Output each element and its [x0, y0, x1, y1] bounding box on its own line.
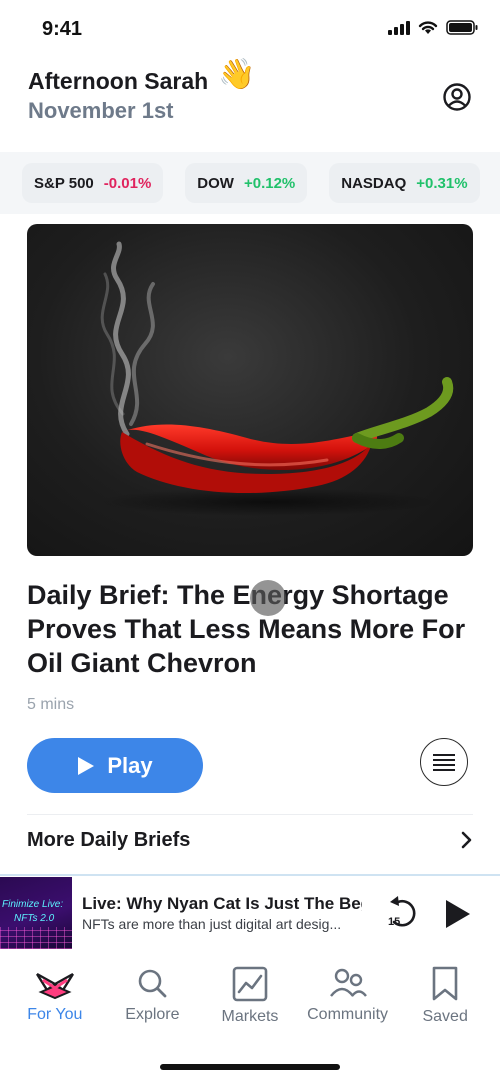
rewind-seconds-label: 15 — [388, 916, 401, 928]
touch-indicator — [250, 580, 286, 616]
episode-thumbnail[interactable]: Finimize Live: NFTs 2.0 — [0, 877, 72, 949]
more-daily-briefs-row[interactable]: More Daily Briefs — [27, 820, 473, 860]
mini-player-info[interactable]: Live: Why Nyan Cat Is Just The Beg NFTs … — [72, 894, 362, 932]
thumbnail-text: Finimize Live: — [2, 899, 64, 910]
ticker-name: S&P 500 — [34, 174, 94, 192]
read-time: 5 mins — [27, 696, 75, 713]
chevron-right-icon — [461, 831, 472, 849]
greeting: Afternoon Sarah 👋 — [28, 60, 472, 96]
tab-label: Saved — [422, 1008, 468, 1025]
home-indicator — [160, 1064, 340, 1070]
cellular-signal-icon — [388, 20, 410, 35]
mini-player-play-icon[interactable] — [444, 898, 472, 930]
wifi-icon — [418, 21, 438, 34]
status-bar: 9:41 — [0, 0, 500, 60]
ticker-dow[interactable]: DOW +0.12% — [185, 163, 308, 203]
waving-hand-icon: 👋 — [218, 58, 256, 91]
ticker-change: +0.12% — [243, 174, 296, 192]
tab-label: Markets — [221, 1008, 279, 1025]
tab-label: Community — [307, 1006, 389, 1023]
ticker-change: +0.31% — [416, 174, 468, 192]
play-icon — [78, 756, 95, 775]
article-hero-image[interactable] — [27, 224, 473, 556]
tab-community[interactable]: Community — [300, 960, 396, 1040]
tab-markets[interactable]: Markets — [202, 960, 298, 1040]
tab-label: For You — [27, 1006, 83, 1023]
transcript-lines-icon — [433, 754, 455, 771]
thumbnail-text: NFTs 2.0 — [14, 913, 55, 924]
tab-for-you[interactable]: For You — [7, 960, 103, 1040]
ticker-sp500[interactable]: S&P 500 -0.01% — [22, 163, 164, 203]
transcript-button[interactable] — [420, 738, 468, 786]
battery-icon — [446, 20, 478, 35]
tab-saved[interactable]: Saved — [397, 960, 493, 1040]
ticker-name: NASDAQ — [341, 174, 407, 192]
bottom-tab-bar: For You Explore Markets Community Saved — [0, 960, 500, 1040]
more-daily-briefs-label: More Daily Briefs — [27, 828, 191, 851]
search-icon — [139, 969, 167, 998]
profile-icon[interactable] — [442, 82, 472, 112]
tab-label: Explore — [125, 1006, 180, 1023]
market-ticker-strip[interactable]: S&P 500 -0.01% DOW +0.12% NASDAQ +0.31% — [0, 152, 500, 214]
chart-icon — [232, 966, 268, 1002]
for-you-icon — [35, 972, 74, 1000]
people-icon — [329, 968, 367, 997]
episode-title: Live: Why Nyan Cat Is Just The Beg — [82, 894, 362, 913]
header: Afternoon Sarah 👋 November 1st — [28, 60, 472, 136]
thumbnail-grid-decoration — [0, 927, 72, 949]
status-icons — [388, 20, 478, 35]
ticker-change: -0.01% — [103, 174, 152, 192]
bookmark-icon — [432, 966, 458, 1001]
greeting-text: Afternoon Sarah — [28, 67, 209, 94]
divider — [27, 814, 473, 815]
play-button[interactable]: Play — [27, 738, 203, 793]
chili-pepper-illustration — [97, 241, 454, 516]
status-time: 9:41 — [42, 18, 83, 40]
ticker-nasdaq[interactable]: NASDAQ +0.31% — [329, 163, 480, 203]
play-label: Play — [107, 752, 153, 778]
ticker-name: DOW — [197, 174, 234, 192]
date-label: November 1st — [28, 98, 174, 123]
mini-player[interactable]: Finimize Live: NFTs 2.0 Live: Why Nyan C… — [0, 874, 500, 950]
episode-subtitle: NFTs are more than just digital art desi… — [82, 916, 342, 932]
tab-explore[interactable]: Explore — [104, 960, 200, 1040]
